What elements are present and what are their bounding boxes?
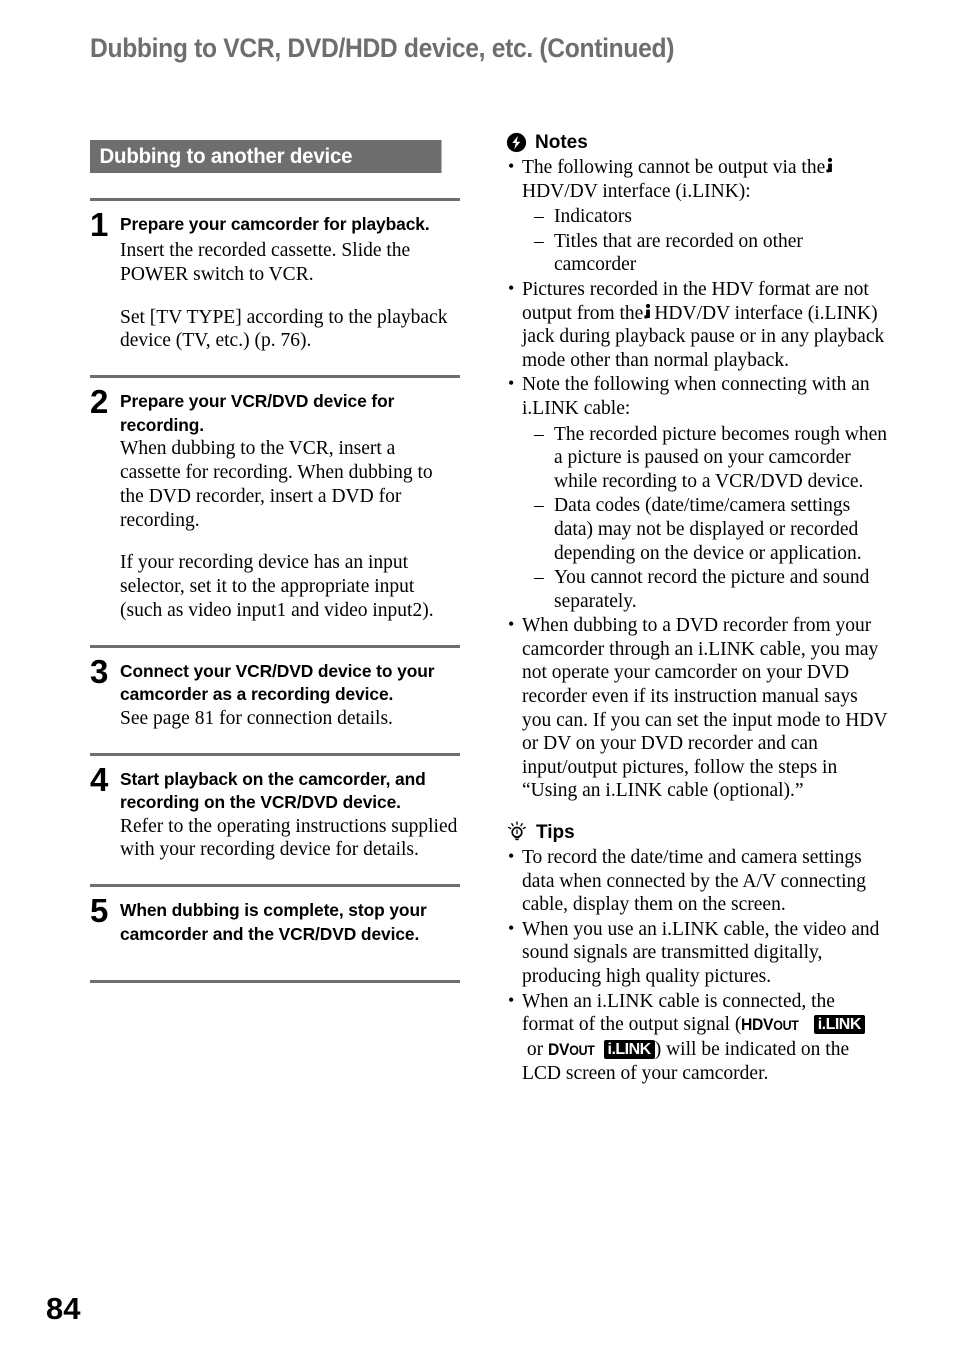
step-paragraph: When dubbing to the VCR, insert a casset… bbox=[120, 438, 433, 531]
notes-bullet: The following cannot be output via theHD… bbox=[506, 155, 888, 277]
step-paragraph: See page 81 for connection details. bbox=[120, 707, 393, 729]
step-title: Prepare your camcorder for playback. bbox=[120, 214, 430, 234]
tips-list: To record the date/time and camera setti… bbox=[506, 845, 888, 1086]
step-4: 4 Start playback on the camcorder, and r… bbox=[90, 760, 460, 815]
notes-subitem: Indicators bbox=[532, 205, 888, 229]
notes-subitem: Titles that are recorded on other camcor… bbox=[532, 230, 888, 277]
notes-bullet-text-b: HDV/DV interface (i.LINK): bbox=[522, 180, 751, 202]
step-number: 3 bbox=[90, 652, 109, 690]
step-divider bbox=[90, 752, 460, 756]
ilink-badge: i.LINK bbox=[813, 1015, 865, 1035]
step-title: Start playback on the camcorder, and rec… bbox=[120, 768, 426, 813]
notes-subblock: Indicators Titles that are recorded on o… bbox=[522, 205, 888, 277]
notes-sublist: The recorded picture becomes rough when … bbox=[532, 423, 888, 614]
left-column: Dubbing to another device 1 Prepare your… bbox=[90, 140, 460, 984]
step-paragraph: Insert the recorded cassette. Slide the … bbox=[120, 240, 411, 285]
section-header-bar: Dubbing to another device bbox=[90, 140, 442, 173]
step-paragraph: Refer to the operating instructions supp… bbox=[120, 815, 458, 861]
notes-subblock: The recorded picture becomes rough when … bbox=[522, 423, 888, 614]
lightbulb-icon bbox=[506, 821, 528, 843]
step-5: 5 When dubbing is complete, stop your ca… bbox=[90, 892, 460, 946]
step-divider bbox=[90, 198, 460, 201]
notes-bullet: Pictures recorded in the HDV format are … bbox=[506, 277, 888, 372]
step-paragraph: If your recording device has an input se… bbox=[120, 552, 434, 621]
step-title: Prepare your VCR/DVD device for recordin… bbox=[120, 391, 395, 435]
step-4-body: Refer to the operating instructions supp… bbox=[120, 815, 460, 863]
document-page: Dubbing to VCR, DVD/HDD device, etc. (Co… bbox=[0, 0, 954, 1357]
running-head-title: Dubbing to VCR, DVD/HDD device, etc. (Co… bbox=[90, 33, 675, 63]
step-divider bbox=[90, 644, 460, 648]
notes-bullet-text-a: The following cannot be output via the bbox=[522, 157, 826, 178]
step-number: 4 bbox=[90, 760, 109, 798]
ilink-jack-icon bbox=[644, 303, 652, 321]
tips-heading: Tips bbox=[506, 821, 888, 843]
step-divider-final bbox=[90, 980, 460, 984]
tips-bullet: When an i.LINK cable is connected, the f… bbox=[506, 989, 888, 1086]
tips-bullet: When you use an i.LINK cable, the video … bbox=[506, 917, 888, 989]
step-2-body: When dubbing to the VCR, insert a casset… bbox=[120, 437, 460, 623]
notes-subitem: The recorded picture becomes rough when … bbox=[532, 423, 888, 494]
notes-bullet: Note the following when connecting with … bbox=[506, 372, 888, 614]
notes-subitem: Data codes (date/time/camera settings da… bbox=[532, 494, 888, 565]
step-paragraph: Set [TV TYPE] according to the playback … bbox=[120, 306, 448, 352]
notes-bullet-text: Note the following when connecting with … bbox=[522, 374, 870, 419]
step-1: 1 Prepare your camcorder for playback. bbox=[90, 206, 460, 243]
step-number: 5 bbox=[90, 892, 109, 930]
step-divider bbox=[90, 375, 460, 379]
dv-out-indicator: DVOUT bbox=[548, 1039, 595, 1059]
step-number: 2 bbox=[90, 383, 109, 421]
note-exclamation-icon bbox=[506, 132, 527, 153]
notes-subitem: You cannot record the picture and sound … bbox=[532, 566, 888, 613]
tips-bullet: To record the date/time and camera setti… bbox=[506, 845, 888, 917]
tips-or-label: or bbox=[526, 1038, 544, 1060]
notes-heading: Notes bbox=[506, 132, 888, 153]
step-divider bbox=[90, 884, 460, 888]
right-column: Notes The following cannot be output via… bbox=[506, 132, 888, 1086]
ilink-badge: i.LINK bbox=[603, 1039, 655, 1059]
notes-sublist: Indicators Titles that are recorded on o… bbox=[532, 205, 888, 277]
notes-list: The following cannot be output via theHD… bbox=[506, 155, 888, 803]
step-2: 2 Prepare your VCR/DVD device for record… bbox=[90, 383, 460, 437]
step-3: 3 Connect your VCR/DVD device to your ca… bbox=[90, 652, 460, 707]
notes-label: Notes bbox=[535, 132, 588, 153]
step-title: When dubbing is complete, stop your camc… bbox=[120, 900, 427, 944]
step-number: 1 bbox=[90, 206, 109, 243]
notes-bullet: When dubbing to a DVD recorder from your… bbox=[506, 613, 888, 803]
step-3-body: See page 81 for connection details. bbox=[120, 707, 460, 731]
step-title: Connect your VCR/DVD device to your camc… bbox=[120, 660, 435, 705]
step-1-body: Insert the recorded cassette. Slide the … bbox=[120, 239, 460, 353]
page-number: 84 bbox=[46, 1291, 81, 1326]
tips-label: Tips bbox=[536, 821, 575, 843]
hdv-out-indicator: HDVOUT bbox=[741, 1015, 799, 1035]
ilink-jack-icon bbox=[826, 157, 834, 175]
